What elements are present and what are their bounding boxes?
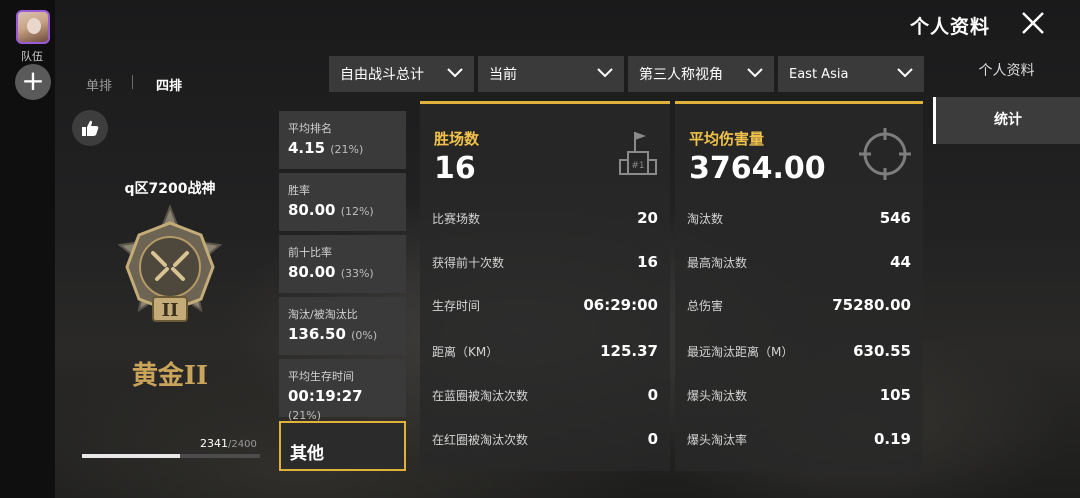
page-title: 个人资料	[910, 16, 991, 38]
stat-card-label: 前十比率	[288, 246, 332, 259]
stat-row-headshot-rate: 爆头淘汰率 0.19	[687, 430, 911, 448]
stat-card-label: 平均排名	[288, 122, 332, 135]
stat-card-avg-rank[interactable]: 平均排名 4.15 (21%)	[279, 111, 406, 169]
chevron-down-icon	[897, 68, 913, 78]
team-member-avatar[interactable]	[16, 10, 50, 44]
dropdown-label: 自由战斗总计	[340, 67, 424, 83]
stat-card-value: 80.00 (12%)	[288, 201, 374, 219]
tab-divider	[132, 75, 133, 89]
rank-progress-fill	[82, 454, 180, 458]
dropdown-label: 第三人称视角	[639, 67, 723, 83]
side-nav-profile[interactable]: 个人资料	[933, 48, 1080, 95]
stat-card-value: 136.50 (0%)	[288, 325, 378, 343]
stat-card-value: 00:19:27 (21%)	[288, 387, 363, 422]
stat-row-distance: 距离（KM） 125.37	[432, 342, 658, 360]
stat-row-matches: 比赛场数 20	[432, 209, 658, 227]
stat-row-top10: 获得前十次数 16	[432, 253, 658, 271]
close-icon[interactable]	[1020, 10, 1046, 36]
team-label: 队伍	[21, 50, 43, 63]
stat-card-label: 平均生存时间	[288, 370, 354, 383]
stat-card-avg-survival[interactable]: 平均生存时间 00:19:27 (21%)	[279, 359, 406, 422]
filter-season-dropdown[interactable]: 当前	[478, 56, 624, 92]
crosshair-icon	[859, 128, 911, 180]
stat-card-top10-rate[interactable]: 前十比率 80.00 (33%)	[279, 235, 406, 293]
stat-row-kills: 淘汰数 546	[687, 209, 911, 227]
rank-points-current: 2341	[200, 437, 228, 450]
tab-squad[interactable]: 四排	[156, 75, 182, 94]
podium-flag-icon: #1	[619, 132, 657, 175]
rank-points-max: /2400	[228, 439, 257, 450]
tab-solo[interactable]: 单排	[86, 75, 112, 94]
stat-card-other[interactable]: 其他	[279, 421, 406, 471]
add-team-member-button[interactable]: +	[15, 64, 51, 100]
chevron-down-icon	[597, 68, 613, 78]
panel-main-value: 3764.00	[689, 151, 826, 186]
panel-title: 胜场数	[434, 130, 480, 148]
rank-badge-icon: II	[117, 205, 223, 322]
svg-text:II: II	[162, 300, 179, 321]
stat-row-blue-zone: 在蓝圈被淘汰次数 0	[432, 386, 658, 404]
stat-card-label: 其他	[290, 444, 324, 464]
rank-progress-bar	[82, 454, 260, 458]
dropdown-label: 当前	[489, 67, 517, 83]
stat-card-label: 淘汰/被淘汰比	[288, 308, 358, 321]
stat-card-value: 80.00 (33%)	[288, 263, 374, 281]
damage-panel: 平均伤害量 3764.00 淘汰数 546 最高淘汰数 44 总伤害 75280.00…	[675, 101, 923, 471]
panel-title: 平均伤害量	[689, 130, 765, 148]
stat-row-longest-kill: 最远淘汰距离（M） 630.55	[687, 342, 911, 360]
stat-card-win-rate[interactable]: 胜率 80.00 (12%)	[279, 173, 406, 231]
rank-points: 2341/2400	[200, 437, 257, 450]
stat-card-kd-ratio[interactable]: 淘汰/被淘汰比 136.50 (0%)	[279, 297, 406, 355]
stat-row-max-kills: 最高淘汰数 44	[687, 253, 911, 271]
filter-perspective-dropdown[interactable]: 第三人称视角	[628, 56, 774, 92]
stat-row-headshot-kills: 爆头淘汰数 105	[687, 386, 911, 404]
svg-text:#1: #1	[631, 161, 644, 171]
side-nav-stats[interactable]: 统计	[933, 97, 1080, 144]
dropdown-label: East Asia	[789, 66, 849, 82]
stat-row-total-damage: 总伤害 75280.00	[687, 296, 911, 314]
left-sidebar: 队伍 +	[0, 0, 55, 498]
stat-row-survival-time: 生存时间 06:29:00	[432, 296, 658, 314]
filter-mode-dropdown[interactable]: 自由战斗总计	[329, 56, 474, 92]
stat-row-red-zone: 在红圈被淘汰次数 0	[432, 430, 658, 448]
rank-name: 黄金II	[131, 361, 209, 391]
wins-panel: 胜场数 16 #1 比赛场数 20 获得前十次数 16 生存时间 06:29:00 距…	[420, 101, 670, 471]
chevron-down-icon	[447, 68, 463, 78]
player-name: q区7200战神	[124, 181, 216, 197]
filter-region-dropdown[interactable]: East Asia	[778, 56, 924, 92]
thumbs-up-icon	[82, 120, 99, 136]
chevron-down-icon	[747, 68, 763, 78]
stat-card-value: 4.15 (21%)	[288, 139, 364, 157]
stat-card-label: 胜率	[288, 184, 310, 197]
like-button[interactable]	[72, 110, 108, 146]
panel-main-value: 16	[434, 151, 476, 186]
